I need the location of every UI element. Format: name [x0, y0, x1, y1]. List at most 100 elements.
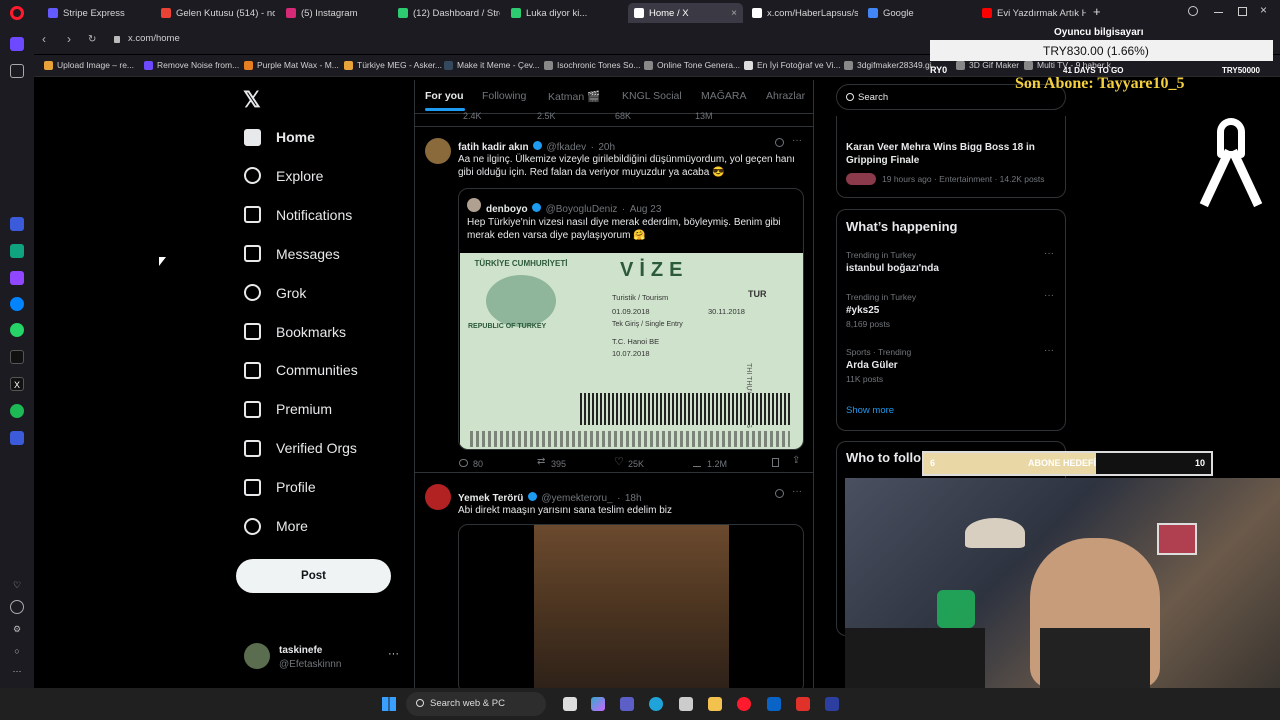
taskbar-search[interactable]: Search web & PC — [406, 692, 546, 716]
messenger-icon[interactable] — [10, 297, 24, 311]
prev-view-count[interactable]: 13M — [695, 111, 713, 121]
bookmark-item[interactable]: Isochronic Tones So... — [544, 60, 640, 70]
tab-kngl-social[interactable]: KNGL Social — [622, 90, 682, 102]
nav-item-communities[interactable]: Communities — [244, 355, 358, 385]
browser-tab[interactable]: Google — [862, 3, 968, 23]
prev-repost-count[interactable]: 2.5K — [537, 111, 556, 121]
pinboard-icon[interactable] — [10, 64, 24, 78]
settings-icon[interactable]: ⚙ — [10, 622, 24, 636]
browser-tab[interactable]: (12) Dashboard / Streamla — [392, 3, 500, 23]
post-button[interactable]: Post — [236, 559, 391, 593]
browser-tab[interactable]: Home / X × — [628, 3, 743, 23]
tab-katman[interactable]: Katman 🎬 — [548, 90, 600, 103]
bookmark-item[interactable]: Türkiye MEG - Asker... — [344, 60, 442, 70]
forward-icon[interactable]: › — [67, 32, 71, 46]
nav-item-explore[interactable]: Explore — [244, 161, 323, 191]
nav-item-more[interactable]: More — [244, 511, 308, 541]
bookmark-item[interactable]: Upload Image – re... — [44, 60, 134, 70]
more-dots-icon[interactable]: ··· — [792, 486, 802, 497]
author-name[interactable]: Yemek Terörü — [458, 493, 523, 504]
lightbulb-icon[interactable]: ○ — [10, 644, 24, 658]
tiktok-icon[interactable] — [10, 350, 24, 364]
home-space-icon[interactable] — [10, 37, 24, 51]
trend-item[interactable]: Trending in Turkey #yks25 8,169 posts ··· — [846, 290, 1058, 332]
task-view-icon[interactable] — [563, 697, 577, 711]
tab-for-you[interactable]: For you — [425, 90, 464, 102]
explorer-icon[interactable] — [708, 697, 722, 711]
tweet[interactable]: Yemek Terörü @yemekteroru_ · 18h ··· Abi… — [415, 473, 813, 688]
tweet-time[interactable]: 18h — [625, 493, 642, 504]
bookmark-item[interactable]: Make it Meme - Çev... — [444, 60, 540, 70]
browser-tab[interactable]: Gelen Kutusu (514) - nos — [155, 3, 275, 23]
store-icon[interactable] — [679, 697, 693, 711]
aria-icon[interactable] — [10, 217, 24, 231]
video-frame[interactable] — [458, 524, 804, 688]
avatar[interactable] — [425, 484, 451, 510]
edge-icon[interactable] — [649, 697, 663, 711]
prev-like-count[interactable]: 68K — [615, 111, 631, 121]
tweet-time[interactable]: 20h — [598, 142, 615, 153]
heart-icon[interactable]: ♡ — [10, 578, 24, 592]
outlook-icon[interactable] — [767, 697, 781, 711]
avatar[interactable] — [425, 138, 451, 164]
like-icon[interactable]: ♡ — [614, 455, 624, 468]
taskbar-search-input[interactable]: Search web & PC — [430, 698, 505, 709]
wps-icon[interactable] — [796, 697, 810, 711]
grok-icon[interactable] — [775, 138, 784, 147]
reload-icon[interactable]: ↻ — [88, 34, 96, 45]
whatsapp-icon[interactable] — [10, 323, 24, 337]
player-icon[interactable] — [10, 431, 24, 445]
trend-item[interactable]: Sports · Trending Arda Güler 11K posts ··· — [846, 345, 1058, 387]
minimize-icon[interactable] — [1214, 12, 1223, 13]
windows-start-icon[interactable] — [382, 697, 396, 711]
more-dots-icon[interactable]: ··· — [792, 135, 802, 146]
tab-ahrazlar[interactable]: Ahrazlar — [766, 90, 805, 102]
opera-icon[interactable] — [737, 697, 751, 711]
trend-item[interactable]: Trending in Turkey istanbul boğazı'nda ··· — [846, 248, 1058, 290]
more-dots-icon[interactable]: ··· — [1044, 290, 1054, 301]
browser-tab[interactable]: Stripe Express — [42, 3, 150, 23]
browser-tab[interactable]: Evi Yazdırmak Artık Hayal — [976, 3, 1086, 23]
reply-icon[interactable] — [459, 459, 468, 467]
nav-item-messages[interactable]: Messages — [244, 239, 340, 269]
more-icon[interactable]: ⋯ — [10, 664, 24, 678]
video-thumbnail[interactable] — [534, 525, 729, 688]
new-tab-icon[interactable]: + — [1093, 4, 1101, 19]
more-dots-icon[interactable]: ··· — [388, 648, 399, 660]
teams-icon[interactable] — [620, 697, 634, 711]
nav-item-premium[interactable]: Premium — [244, 394, 332, 424]
bookmark-icon[interactable] — [772, 458, 779, 467]
tab-magara[interactable]: MAĞARA — [701, 90, 747, 102]
history-icon[interactable] — [10, 600, 24, 614]
visa-image[interactable]: TÜRKİYE CUMHURİYETİ REPUBLIC OF TURKEY V… — [460, 253, 803, 449]
bookmark-item[interactable]: Remove Noise from... — [144, 60, 239, 70]
tweet[interactable]: fatih kadir akın @fkadev · 20h ··· Aa ne… — [415, 127, 813, 471]
quote-tweet[interactable]: denboyo @BoyogluDeniz · Aug 23 Hep Türki… — [458, 188, 804, 450]
author-name[interactable]: fatih kadir akın — [458, 142, 529, 153]
x-logo-icon[interactable]: 𝕏 — [243, 87, 261, 113]
maximize-icon[interactable] — [1238, 7, 1247, 16]
nav-item-verified-orgs[interactable]: Verified Orgs — [244, 433, 357, 463]
x-sidebar-icon[interactable]: X — [10, 377, 24, 391]
nav-item-grok[interactable]: Grok — [244, 278, 306, 308]
grok-icon[interactable] — [775, 489, 784, 498]
share-icon[interactable]: ⇪ — [792, 455, 800, 466]
more-dots-icon[interactable]: ··· — [1044, 248, 1054, 259]
copilot-icon[interactable] — [591, 697, 605, 711]
views-icon[interactable] — [693, 459, 701, 467]
bookmark-item[interactable]: Online Tone Genera... — [644, 60, 740, 70]
account-switcher[interactable]: taskinefe @Efetaskinnn ··· — [244, 643, 404, 673]
author-handle[interactable]: @fkadev — [546, 142, 586, 153]
bookmark-item[interactable]: Purple Mat Wax - M... — [244, 60, 339, 70]
opera-logo-icon[interactable] — [10, 6, 24, 20]
prev-reply-count[interactable]: 2.4K — [463, 111, 482, 121]
search-tabs-icon[interactable] — [1188, 6, 1198, 16]
browser-tab[interactable]: x.com/HaberLapsus/statu — [746, 3, 858, 23]
nav-item-bookmarks[interactable]: Bookmarks — [244, 317, 346, 347]
browser-tab[interactable]: (5) Instagram — [280, 3, 385, 23]
browser-tab[interactable]: Luka diyor ki... — [505, 3, 620, 23]
tab-following[interactable]: Following — [482, 90, 526, 102]
repost-icon[interactable]: ⇄ — [537, 456, 545, 467]
author-handle[interactable]: @yemekteroru_ — [541, 493, 612, 504]
back-icon[interactable]: ‹ — [42, 32, 46, 46]
